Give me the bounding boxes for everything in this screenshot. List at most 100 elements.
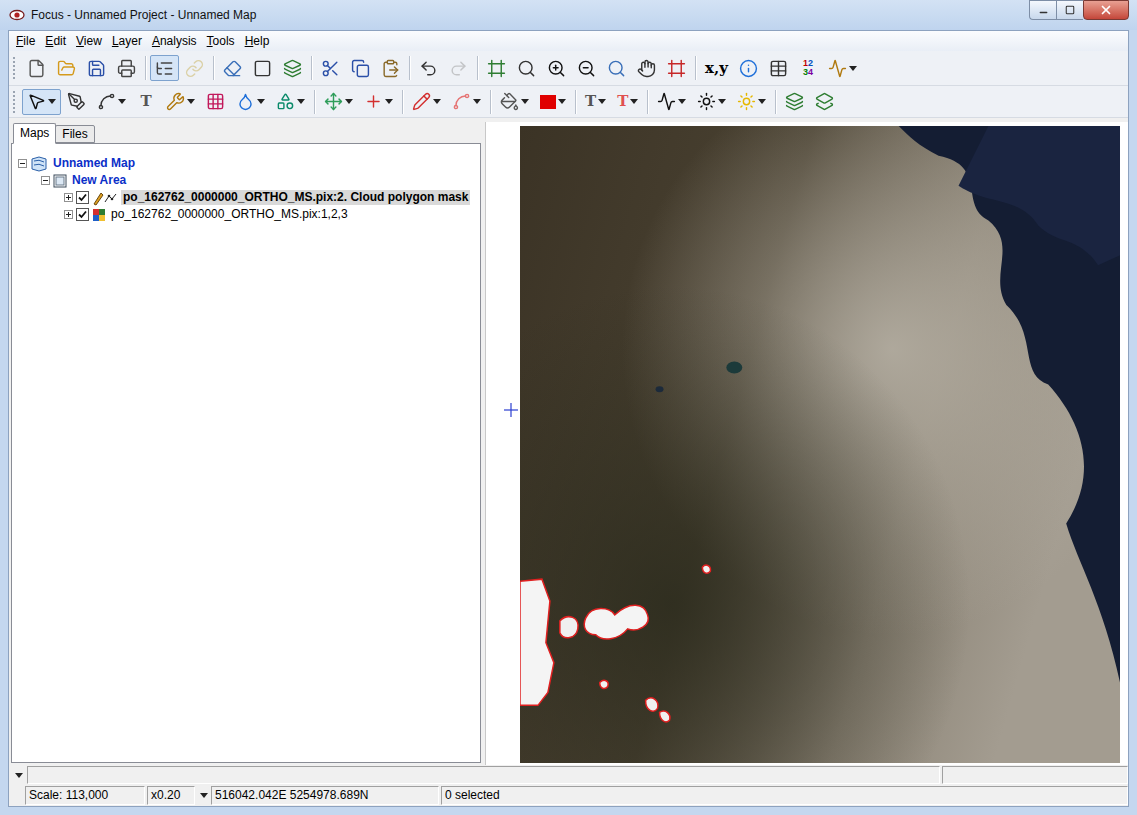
redo-button[interactable] — [444, 55, 473, 81]
layers-b-button[interactable] — [810, 89, 839, 115]
collapse-icon[interactable] — [18, 159, 27, 168]
line-button[interactable] — [447, 89, 486, 115]
menu-item[interactable]: Help — [240, 32, 275, 50]
zoom-extent-button[interactable] — [482, 55, 511, 81]
dropdown-arrow-icon[interactable] — [385, 99, 393, 104]
dropdown-arrow-icon[interactable] — [849, 66, 857, 71]
polyline-icon — [97, 92, 116, 111]
undo-button[interactable] — [414, 55, 443, 81]
tree-node-label[interactable]: New Area — [70, 173, 128, 188]
cut-button[interactable] — [316, 55, 345, 81]
label-button[interactable]: T — [612, 89, 643, 115]
sun-button[interactable] — [732, 89, 771, 115]
dropdown-arrow-icon[interactable] — [473, 99, 481, 104]
zoom-layer-button[interactable] — [602, 55, 631, 81]
tree-node[interactable]: Unnamed Map — [12, 155, 480, 172]
dropdown-arrow-icon[interactable] — [15, 773, 23, 778]
layers-a-button[interactable] — [780, 89, 809, 115]
menu-item[interactable]: Layer — [107, 32, 147, 50]
dropdown-arrow-icon[interactable] — [118, 99, 126, 104]
tree-node[interactable]: po_162762_0000000_ORTHO_MS.pix:1,2,3 — [12, 206, 480, 223]
pencil-button[interactable] — [407, 89, 446, 115]
save-button[interactable] — [82, 55, 111, 81]
dropdown-arrow-icon[interactable] — [200, 793, 208, 798]
scale-field[interactable]: Scale: 113,000 — [25, 786, 145, 805]
fill-region-button[interactable] — [271, 89, 310, 115]
bucket-button[interactable] — [495, 89, 534, 115]
toolbar-separator — [477, 56, 478, 80]
copy-button[interactable] — [346, 55, 375, 81]
menu-item[interactable]: View — [71, 32, 107, 50]
dropdown-arrow-icon[interactable] — [433, 99, 441, 104]
dropdown-arrow-icon[interactable] — [558, 99, 566, 104]
window-button[interactable] — [248, 55, 277, 81]
dropdown-arrow-icon[interactable] — [718, 99, 726, 104]
grid-button[interactable] — [201, 89, 230, 115]
close-button[interactable] — [1083, 0, 1129, 20]
select-button[interactable] — [22, 89, 61, 115]
dropdown-arrow-icon[interactable] — [187, 99, 195, 104]
dropdown-arrow-icon[interactable] — [678, 99, 686, 104]
zoom-out-button[interactable] — [572, 55, 601, 81]
layer-checkbox[interactable] — [76, 208, 89, 221]
link-button[interactable] — [180, 55, 209, 81]
toolbar-grip[interactable] — [13, 91, 16, 113]
tree-node-label[interactable]: po_162762_0000000_ORTHO_MS.pix:2. Cloud … — [121, 190, 470, 205]
paste-button[interactable] — [376, 55, 405, 81]
panel-tab[interactable]: Maps — [13, 123, 56, 144]
digits-button[interactable]: 1234 — [794, 55, 822, 81]
dropdown-arrow-icon[interactable] — [345, 99, 353, 104]
menu-item[interactable]: Tools — [202, 32, 240, 50]
zoom-box-button[interactable] — [512, 55, 541, 81]
minimize-button[interactable] — [1029, 0, 1056, 20]
panel-tab[interactable]: Files — [55, 125, 94, 143]
tree-node[interactable]: New Area — [12, 172, 480, 189]
menu-item[interactable]: Analysis — [147, 32, 202, 50]
layer-manager-button[interactable] — [150, 55, 179, 81]
zoom-window-button[interactable] — [662, 55, 691, 81]
layer-checkbox[interactable] — [76, 191, 89, 204]
toolbar-grip[interactable] — [13, 57, 16, 79]
eraser-button[interactable] — [218, 55, 247, 81]
info-button[interactable] — [734, 55, 763, 81]
dropdown-arrow-icon[interactable] — [297, 99, 305, 104]
tree-node-label[interactable]: po_162762_0000000_ORTHO_MS.pix:1,2,3 — [109, 207, 350, 222]
label-button[interactable]: T — [580, 89, 611, 115]
map-view[interactable] — [485, 122, 1128, 765]
open-button[interactable] — [52, 55, 81, 81]
print-button[interactable] — [112, 55, 141, 81]
menu-item[interactable]: Edit — [40, 32, 71, 50]
edit-vertex-button[interactable] — [62, 89, 91, 115]
move-button[interactable] — [319, 89, 358, 115]
zoom-field[interactable]: x0.20 — [147, 786, 195, 805]
layers-button[interactable] — [278, 55, 307, 81]
title-bar[interactable]: Focus - Unnamed Project - Unnamed Map — [0, 0, 1137, 30]
expand-icon[interactable] — [64, 193, 73, 202]
tree-node-label[interactable]: Unnamed Map — [51, 156, 137, 171]
chart-button[interactable] — [823, 55, 862, 81]
label-button[interactable]: T — [132, 89, 160, 115]
pan-button[interactable] — [632, 55, 661, 81]
zoom-in-button[interactable] — [542, 55, 571, 81]
dropdown-arrow-icon[interactable] — [630, 99, 638, 104]
maximize-button[interactable] — [1056, 0, 1083, 20]
menu-item[interactable]: File — [11, 32, 40, 50]
dropdown-arrow-icon[interactable] — [257, 99, 265, 104]
polyline-button[interactable] — [92, 89, 131, 115]
label-button[interactable]: x,y — [700, 55, 733, 81]
shape-button[interactable] — [231, 89, 270, 115]
expand-icon[interactable] — [64, 210, 73, 219]
histogram-button[interactable] — [652, 89, 691, 115]
dropdown-arrow-icon[interactable] — [48, 99, 56, 104]
dropdown-arrow-icon[interactable] — [758, 99, 766, 104]
table-button[interactable] — [764, 55, 793, 81]
dropdown-arrow-icon[interactable] — [521, 99, 529, 104]
enhance-button[interactable] — [692, 89, 731, 115]
tools-button[interactable] — [161, 89, 200, 115]
cross-button[interactable] — [359, 89, 398, 115]
collapse-icon[interactable] — [41, 176, 50, 185]
tree-node[interactable]: po_162762_0000000_ORTHO_MS.pix:2. Cloud … — [12, 189, 480, 206]
new-button[interactable] — [22, 55, 51, 81]
dropdown-arrow-icon[interactable] — [598, 99, 606, 104]
swatch-button[interactable] — [535, 89, 571, 115]
